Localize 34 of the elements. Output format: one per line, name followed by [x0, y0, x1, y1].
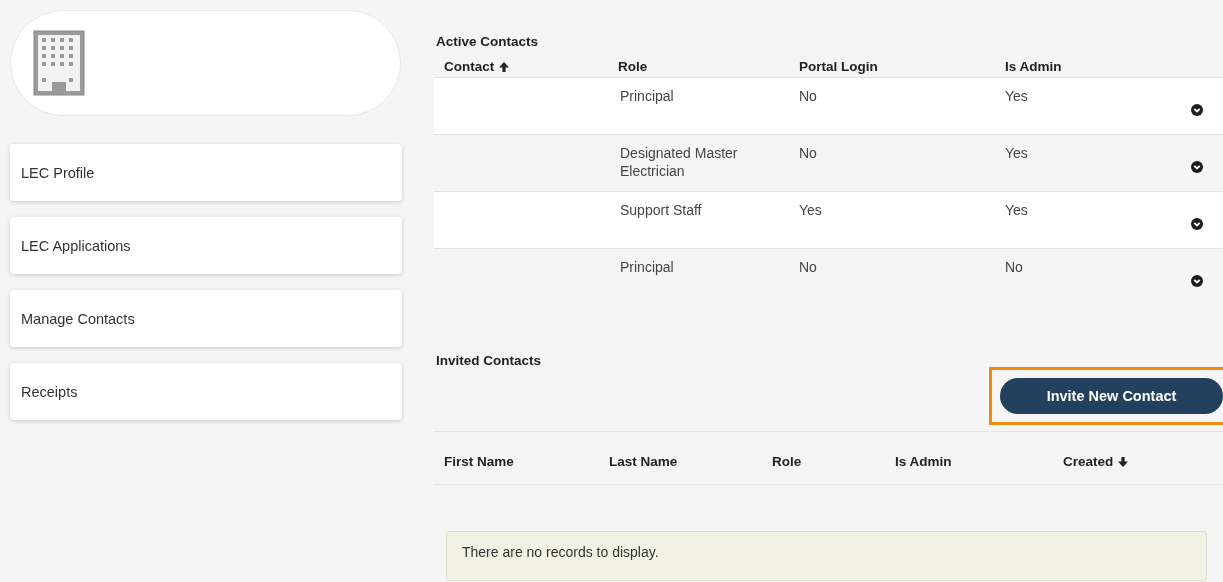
table-cell-text: Yes [1004, 87, 1029, 106]
chevron-down-icon[interactable] [1191, 218, 1203, 230]
table-cell-text: No [798, 258, 818, 277]
column-header[interactable]: Is Admin [995, 49, 1171, 77]
table-cell-text: Principal [619, 258, 675, 277]
column-header[interactable]: Last Name [599, 454, 762, 484]
table-cell-text: No [1004, 258, 1024, 277]
column-header[interactable]: Role [608, 49, 789, 77]
building-icon [33, 30, 85, 96]
table-cell-text: Support Staff [619, 201, 703, 220]
table-cell-text: Principal [619, 87, 675, 106]
column-header[interactable]: Portal Login [789, 49, 995, 77]
sidebar-item[interactable]: LEC Applications [10, 217, 402, 274]
empty-message: There are no records to display. [446, 531, 1207, 581]
invite-button[interactable]: Invite New Contact [1000, 378, 1223, 414]
table-cell-text: Yes [1004, 201, 1029, 220]
sidebar-item[interactable]: Receipts [10, 363, 402, 420]
chevron-down-icon[interactable] [1191, 104, 1203, 116]
table-cell-text: Yes [1004, 144, 1029, 163]
column-header[interactable]: Is Admin [885, 454, 1033, 484]
table-cell-text: Yes [798, 201, 823, 220]
table-cell-text: Designated Master Electrician [619, 144, 739, 181]
sidebar-item[interactable]: LEC Profile [10, 144, 402, 201]
table-cell-text: No [798, 144, 818, 163]
section-title: Invited Contacts [435, 353, 542, 368]
column-header[interactable]: Contact [434, 49, 608, 77]
chevron-down-icon[interactable] [1191, 161, 1203, 173]
column-header[interactable]: Created [1033, 454, 1223, 484]
sidebar-item[interactable]: Manage Contacts [10, 290, 402, 347]
column-header[interactable]: Role [762, 454, 885, 484]
column-header[interactable]: First Name [434, 454, 599, 484]
table-cell-text: No [798, 87, 818, 106]
chevron-down-icon[interactable] [1191, 275, 1203, 287]
section-title: Active Contacts [435, 34, 540, 49]
